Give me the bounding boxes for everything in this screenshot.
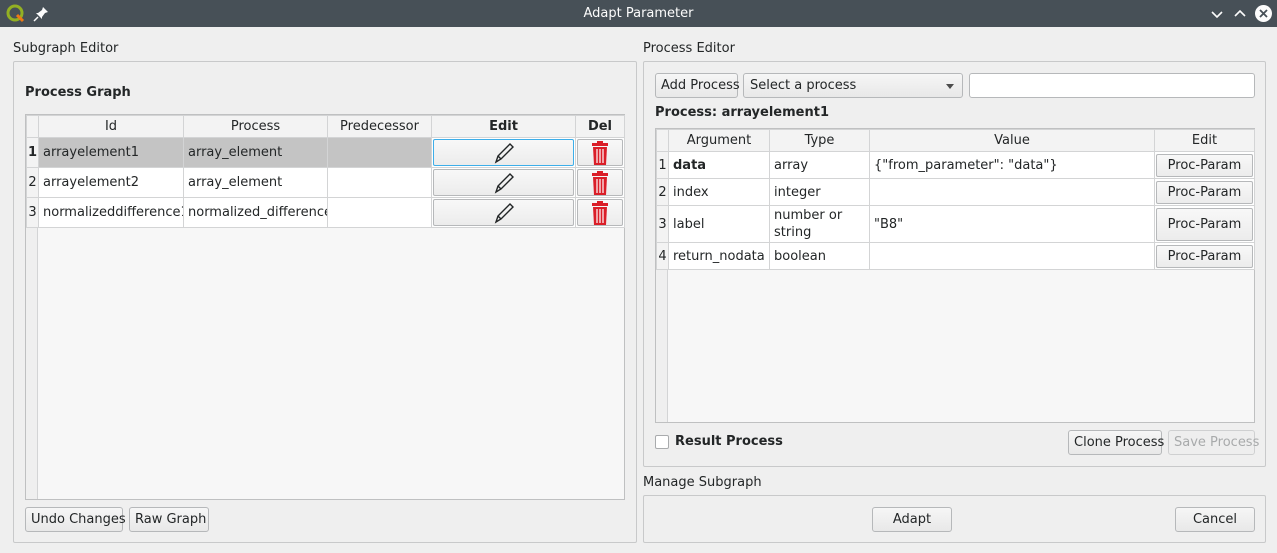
row-number: 1 xyxy=(656,151,669,179)
cell-value[interactable] xyxy=(869,242,1155,270)
process-graph-table: Id Process Predecessor Edit Del 1 arraye… xyxy=(25,114,625,500)
raw-graph-button[interactable]: Raw Graph xyxy=(129,507,209,532)
manage-subgraph-label: Manage Subgraph xyxy=(643,475,762,490)
cell-argument[interactable]: return_nodata xyxy=(668,242,770,270)
process-graph-label: Process Graph xyxy=(25,85,131,100)
proc-param-button[interactable]: Proc-Param xyxy=(1156,244,1253,268)
row-number: 1 xyxy=(26,137,39,168)
process-search-input[interactable] xyxy=(969,73,1255,98)
edit-button[interactable] xyxy=(433,199,574,226)
table-row[interactable]: 2 arrayelement2 array_element xyxy=(26,167,625,198)
chevron-down-icon xyxy=(946,84,954,89)
table-row[interactable]: 4 return_nodata boolean Proc-Param xyxy=(656,242,1255,270)
edit-button[interactable] xyxy=(433,139,574,166)
row-number: 3 xyxy=(26,197,39,228)
pencil-icon xyxy=(494,203,514,224)
delete-button[interactable] xyxy=(577,139,623,166)
delete-button[interactable] xyxy=(577,169,623,196)
cell-process[interactable]: normalized_difference xyxy=(183,197,328,228)
cell-process[interactable]: array_element xyxy=(183,167,328,198)
edit-button[interactable] xyxy=(433,169,574,196)
column-header-edit[interactable]: Edit xyxy=(1154,129,1255,152)
cell-id[interactable]: arrayelement2 xyxy=(38,167,184,198)
cell-process[interactable]: array_element xyxy=(183,137,328,168)
cell-argument[interactable]: label xyxy=(668,205,770,243)
cell-type[interactable]: integer xyxy=(769,178,870,206)
table-row[interactable]: 3 normalizeddifference1 normalized_diffe… xyxy=(26,197,625,228)
cell-argument[interactable]: index xyxy=(668,178,770,206)
trash-icon xyxy=(592,201,608,225)
proc-param-button[interactable]: Proc-Param xyxy=(1156,180,1253,204)
title-bar: Adapt Parameter xyxy=(0,0,1277,27)
column-header-id[interactable]: Id xyxy=(38,115,184,138)
window-title: Adapt Parameter xyxy=(583,6,694,21)
add-process-button[interactable]: Add Process xyxy=(655,73,740,98)
table-row[interactable]: 2 index integer Proc-Param xyxy=(656,178,1255,206)
delete-button[interactable] xyxy=(577,199,623,226)
minimize-icon[interactable] xyxy=(1208,5,1226,23)
pencil-icon xyxy=(494,143,514,164)
cell-id[interactable]: arrayelement1 xyxy=(38,137,184,168)
cell-type[interactable]: number or string xyxy=(769,205,870,243)
row-number: 2 xyxy=(656,178,669,206)
column-header-edit[interactable]: Edit xyxy=(431,115,576,138)
subgraph-editor-label: Subgraph Editor xyxy=(13,41,119,56)
adapt-button[interactable]: Adapt xyxy=(872,507,952,532)
process-select[interactable]: Select a process xyxy=(743,73,963,98)
column-header-argument[interactable]: Argument xyxy=(668,129,770,152)
cell-type[interactable]: boolean xyxy=(769,242,870,270)
cell-type[interactable]: array xyxy=(769,151,870,179)
result-process-label: Result Process xyxy=(675,434,783,449)
column-header-type[interactable]: Type xyxy=(769,129,870,152)
cell-value[interactable]: "B8" xyxy=(869,205,1155,243)
pencil-icon xyxy=(494,173,514,194)
close-icon[interactable] xyxy=(1254,4,1273,23)
column-header-process[interactable]: Process xyxy=(183,115,328,138)
row-number: 4 xyxy=(656,242,669,270)
undo-changes-button[interactable]: Undo Changes xyxy=(25,507,126,532)
column-header-del[interactable]: Del xyxy=(575,115,625,138)
cell-value[interactable]: {"from_parameter": "data"} xyxy=(869,151,1155,179)
cell-predecessor[interactable] xyxy=(327,137,432,168)
proc-param-button[interactable]: Proc-Param xyxy=(1156,153,1253,177)
row-number: 2 xyxy=(26,167,39,198)
cancel-button[interactable]: Cancel xyxy=(1175,507,1255,532)
trash-icon xyxy=(592,171,608,195)
cell-argument[interactable]: data xyxy=(668,151,770,179)
trash-icon xyxy=(592,141,608,165)
save-process-button[interactable]: Save Process xyxy=(1168,430,1259,455)
cell-predecessor[interactable] xyxy=(327,197,432,228)
column-header-value[interactable]: Value xyxy=(869,129,1155,152)
row-number: 3 xyxy=(656,205,669,243)
process-arguments-table: Argument Type Value Edit 1 data array {"… xyxy=(655,128,1255,423)
manage-subgraph-frame xyxy=(643,495,1266,543)
cell-predecessor[interactable] xyxy=(327,167,432,198)
table-row[interactable]: 1 arrayelement1 array_element xyxy=(26,137,625,168)
proc-param-button[interactable]: Proc-Param xyxy=(1156,207,1253,241)
table-row[interactable]: 1 data array {"from_parameter": "data"} … xyxy=(656,151,1255,179)
clone-process-button[interactable]: Clone Process xyxy=(1068,430,1164,455)
column-header-predecessor[interactable]: Predecessor xyxy=(327,115,432,138)
maximize-icon[interactable] xyxy=(1231,5,1249,23)
table-row[interactable]: 3 label number or string "B8" Proc-Param xyxy=(656,205,1255,243)
process-title: Process: arrayelement1 xyxy=(655,105,830,120)
cell-id[interactable]: normalizeddifference1 xyxy=(38,197,184,228)
result-process-checkbox[interactable] xyxy=(655,435,669,449)
process-editor-label: Process Editor xyxy=(643,41,735,56)
cell-value[interactable] xyxy=(869,178,1155,206)
